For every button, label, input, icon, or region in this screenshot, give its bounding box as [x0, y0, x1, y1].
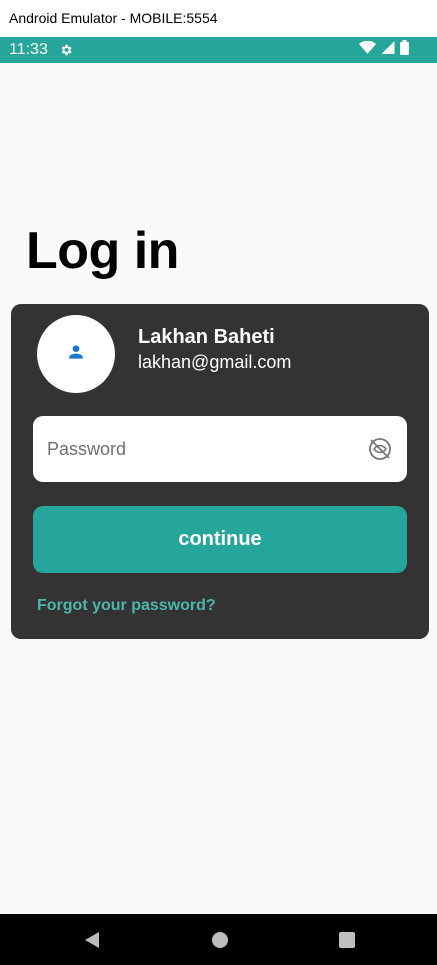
nav-bar	[0, 914, 437, 965]
back-icon[interactable]	[83, 931, 101, 949]
wifi-icon	[359, 40, 376, 59]
status-bar: 11:33	[0, 37, 437, 63]
user-email: lakhan@gmail.com	[138, 352, 292, 372]
status-icons	[359, 40, 409, 60]
login-card: Lakhan Baheti lakhan@gmail.com continue …	[11, 304, 429, 639]
continue-button[interactable]: continue	[33, 506, 407, 573]
person-icon	[66, 342, 86, 367]
avatar	[37, 315, 115, 393]
page-title: Log in	[26, 222, 179, 280]
battery-icon	[400, 40, 409, 60]
password-input[interactable]	[47, 438, 347, 460]
forgot-password-link[interactable]: Forgot your password?	[37, 597, 216, 615]
status-time: 11:33	[9, 41, 48, 58]
signal-icon	[381, 41, 395, 59]
gear-icon	[59, 42, 75, 58]
app-screen: Log in Lakhan Baheti lakhan@gmail.com co…	[0, 63, 437, 914]
home-icon[interactable]	[211, 931, 229, 949]
password-field	[33, 416, 407, 482]
user-name: Lakhan Baheti	[138, 326, 275, 348]
eye-off-icon[interactable]	[367, 436, 393, 462]
recents-icon[interactable]	[338, 931, 356, 949]
window-title: Android Emulator - MOBILE:5554	[0, 0, 437, 37]
